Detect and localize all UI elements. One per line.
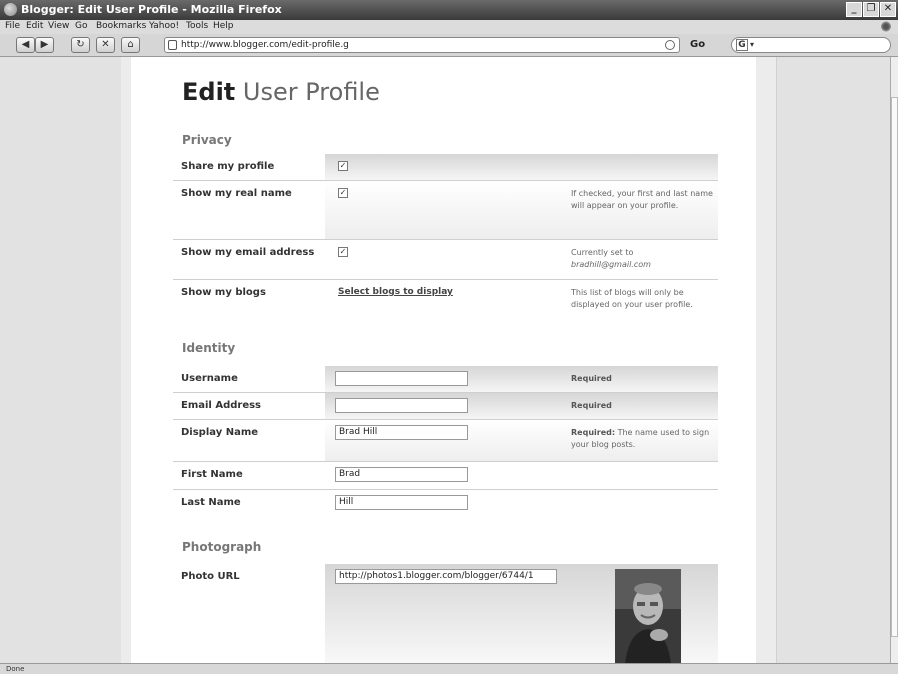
- close-button[interactable]: ✕: [880, 2, 896, 17]
- menu-edit[interactable]: Edit: [26, 21, 43, 31]
- real-name-checkbox[interactable]: ✓: [338, 188, 348, 198]
- select-blogs-link[interactable]: Select blogs to display: [338, 287, 453, 297]
- back-button[interactable]: ◀: [16, 37, 35, 53]
- stop-button[interactable]: ✕: [96, 37, 115, 53]
- display-name-hint: Required: The name used to sign your blo…: [571, 427, 721, 451]
- real-name-label: Show my real name: [181, 188, 292, 199]
- share-profile-label: Share my profile: [181, 161, 275, 172]
- email-hint: Required: [571, 400, 721, 412]
- home-icon: ⌂: [127, 39, 134, 50]
- home-button[interactable]: ⌂: [121, 37, 140, 53]
- username-label: Username: [181, 373, 238, 384]
- show-email-label: Show my email address: [181, 247, 315, 258]
- identity-heading: Identity: [182, 341, 236, 355]
- show-email-hint: Currently set to bradhill@gmail.com: [571, 247, 721, 271]
- show-email-hint-prefix: Currently set to: [571, 248, 634, 257]
- menu-go[interactable]: Go: [75, 21, 87, 31]
- menu-view[interactable]: View: [48, 21, 69, 31]
- show-email-hint-value: bradhill@gmail.com: [571, 260, 651, 269]
- share-profile-row: Share my profile ✓: [173, 154, 718, 181]
- last-name-field[interactable]: Hill: [335, 495, 468, 510]
- email-address-row: Show my email address ✓ Currently set to…: [173, 240, 718, 280]
- last-name-row: Last Name Hill: [173, 490, 718, 518]
- address-url: http://www.blogger.com/edit-profile.g: [181, 40, 349, 50]
- photograph-heading: Photograph: [182, 540, 262, 554]
- display-name-hint-bold: Required:: [571, 428, 616, 437]
- menu-bar: File Edit View Go Bookmarks Yahoo! Tools…: [0, 20, 898, 34]
- maximize-button[interactable]: ❐: [863, 2, 879, 17]
- left-border: [121, 57, 131, 663]
- page-title: Edit User Profile: [182, 78, 380, 106]
- menu-help[interactable]: Help: [213, 21, 234, 31]
- share-profile-cell: [325, 154, 718, 180]
- display-name-field[interactable]: Brad Hill: [335, 425, 468, 440]
- display-name-label: Display Name: [181, 427, 259, 438]
- forward-arrow-icon: ▶: [40, 39, 49, 50]
- address-bar[interactable]: http://www.blogger.com/edit-profile.g: [164, 37, 680, 53]
- profile-photo: [615, 569, 681, 663]
- email-label: Email Address: [181, 400, 262, 411]
- username-hint-text: Required: [571, 374, 612, 383]
- navigation-toolbar: ◀ ▶ ↻ ✕ ⌂ http://www.blogger.com/edit-pr…: [0, 34, 898, 57]
- show-blogs-label: Show my blogs: [181, 287, 266, 298]
- scrollbar-thumb[interactable]: [891, 97, 898, 637]
- vertical-scrollbar[interactable]: [890, 57, 898, 663]
- reload-icon: ↻: [76, 39, 85, 50]
- page-icon: [168, 40, 177, 50]
- real-name-row: Show my real name ✓ If checked, your fir…: [173, 181, 718, 240]
- search-box[interactable]: G ▾: [731, 37, 891, 53]
- profile-photo-image: [615, 569, 681, 663]
- username-field[interactable]: [335, 371, 468, 386]
- photo-url-label: Photo URL: [181, 571, 240, 582]
- email-row: Email Address Required: [173, 393, 718, 420]
- display-name-row: Display Name Brad Hill Required: The nam…: [173, 420, 718, 462]
- right-border: [756, 57, 777, 663]
- page-title-rest: User Profile: [235, 78, 380, 106]
- menu-yahoo[interactable]: Yahoo!: [149, 21, 179, 31]
- username-hint: Required: [571, 373, 721, 385]
- chevron-down-icon[interactable]: ▾: [750, 40, 754, 49]
- stop-icon: ✕: [101, 39, 110, 50]
- first-name-label: First Name: [181, 469, 243, 480]
- status-text: Done: [6, 665, 25, 673]
- share-profile-checkbox[interactable]: ✓: [338, 161, 348, 171]
- first-name-row: First Name Brad: [173, 462, 718, 490]
- go-arrow-icon[interactable]: [665, 40, 675, 50]
- show-blogs-row: Show my blogs Select blogs to display Th…: [173, 280, 718, 325]
- google-icon[interactable]: G: [736, 39, 748, 51]
- username-row: Username Required: [173, 366, 718, 393]
- show-blogs-hint: This list of blogs will only be displaye…: [571, 288, 693, 309]
- status-bar: Done: [0, 663, 898, 674]
- back-arrow-icon: ◀: [21, 39, 30, 50]
- forward-button[interactable]: ▶: [35, 37, 54, 53]
- last-name-label: Last Name: [181, 497, 241, 508]
- photo-url-field[interactable]: http://photos1.blogger.com/blogger/6744/…: [335, 569, 557, 584]
- minimize-button[interactable]: _: [846, 2, 862, 17]
- page-viewport: Edit User Profile Privacy Share my profi…: [0, 57, 890, 663]
- real-name-hint: If checked, your first and last name wil…: [571, 189, 713, 210]
- profile-page: Edit User Profile Privacy Share my profi…: [131, 57, 756, 663]
- go-button[interactable]: Go: [690, 39, 705, 50]
- window-titlebar: Blogger: Edit User Profile - Mozilla Fir…: [0, 0, 898, 20]
- reload-button[interactable]: ↻: [71, 37, 90, 53]
- email-field[interactable]: [335, 398, 468, 413]
- menu-bookmarks[interactable]: Bookmarks: [96, 21, 146, 31]
- window-title: Blogger: Edit User Profile - Mozilla Fir…: [21, 3, 282, 16]
- page-title-bold: Edit: [182, 78, 236, 106]
- first-name-field[interactable]: Brad: [335, 467, 468, 482]
- show-email-checkbox[interactable]: ✓: [338, 247, 348, 257]
- photo-url-row: Photo URL http://photos1.blogger.com/blo…: [173, 564, 718, 663]
- firefox-icon: [4, 3, 17, 16]
- throbber-icon: [880, 21, 892, 32]
- privacy-heading: Privacy: [182, 133, 232, 147]
- menu-tools[interactable]: Tools: [186, 21, 208, 31]
- menu-file[interactable]: File: [5, 21, 20, 31]
- email-hint-text: Required: [571, 401, 612, 410]
